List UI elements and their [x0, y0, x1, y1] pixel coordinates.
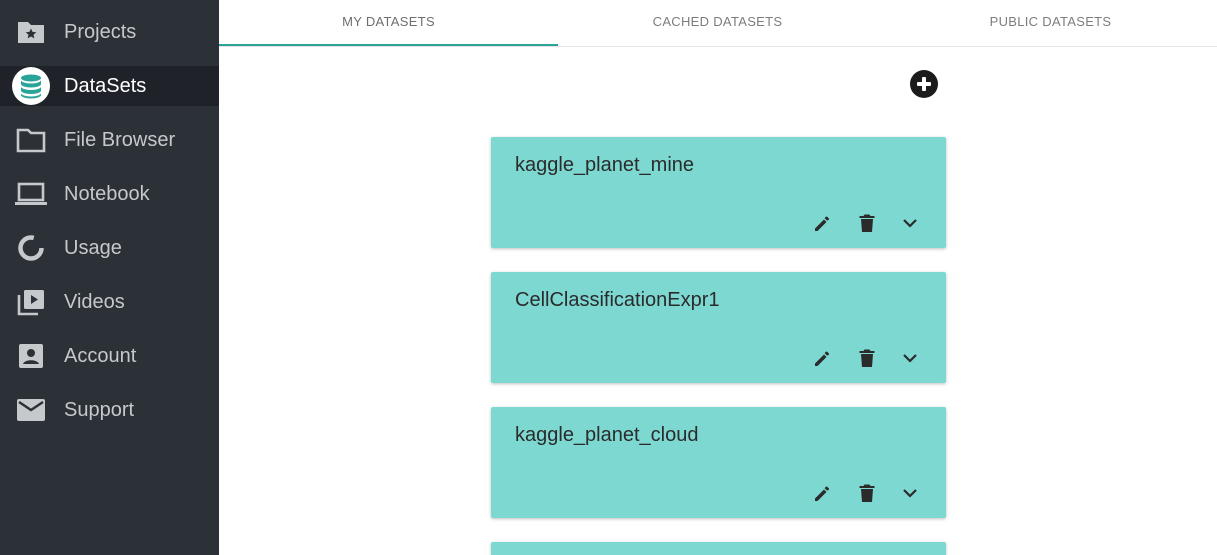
dataset-card: CellClassificationExpr1 — [491, 272, 946, 383]
sidebar-item-usage[interactable]: Usage — [0, 228, 219, 268]
folder-icon — [13, 125, 49, 155]
sidebar-item-label: DataSets — [64, 75, 147, 97]
tab-public-datasets[interactable]: PUBLIC DATASETS — [884, 0, 1217, 44]
sidebar-item-notebook[interactable]: Notebook — [0, 174, 219, 214]
tab-cached-datasets[interactable]: CACHED DATASETS — [551, 0, 884, 44]
donut-chart-icon — [13, 233, 49, 263]
delete-icon[interactable] — [856, 347, 878, 369]
chevron-down-icon[interactable] — [899, 347, 921, 369]
tab-my-datasets[interactable]: MY DATASETS — [219, 0, 558, 46]
sidebar-item-videos[interactable]: Videos — [0, 282, 219, 322]
sidebar-item-label: Videos — [64, 291, 125, 313]
dataset-name: kaggle_planet_cloud — [515, 424, 699, 446]
sidebar-item-datasets[interactable]: DataSets — [0, 66, 219, 106]
laptop-icon — [13, 179, 49, 209]
dataset-card — [491, 542, 946, 555]
edit-icon[interactable] — [812, 482, 834, 504]
sidebar-item-account[interactable]: Account — [0, 336, 219, 376]
account-box-icon — [13, 341, 49, 371]
add-dataset-button[interactable] — [910, 70, 938, 98]
sidebar-item-label: Usage — [64, 237, 122, 259]
sidebar-item-label: Projects — [64, 21, 137, 43]
sidebar-item-support[interactable]: Support — [0, 390, 219, 430]
sidebar-item-label: Notebook — [64, 183, 150, 205]
dataset-tabs: MY DATASETS CACHED DATASETS PUBLIC DATAS… — [219, 0, 1217, 47]
dataset-name: kaggle_planet_mine — [515, 154, 695, 176]
sidebar-item-label: File Browser — [64, 129, 176, 151]
edit-icon[interactable] — [812, 212, 834, 234]
mail-icon — [13, 395, 49, 425]
sidebar: Projects DataSets File Browser Notebook … — [0, 0, 219, 555]
sidebar-item-file-browser[interactable]: File Browser — [0, 120, 219, 160]
delete-icon[interactable] — [856, 212, 878, 234]
folder-star-icon — [13, 17, 49, 47]
chevron-down-icon[interactable] — [899, 212, 921, 234]
dataset-card: kaggle_planet_cloud — [491, 407, 946, 518]
sidebar-item-label: Support — [64, 399, 135, 421]
sidebar-item-projects[interactable]: Projects — [0, 12, 219, 52]
app-root: Projects DataSets File Browser Notebook … — [0, 0, 1217, 555]
dataset-name: CellClassificationExpr1 — [515, 289, 720, 311]
database-icon — [11, 67, 51, 105]
sidebar-item-label: Account — [64, 345, 137, 367]
video-library-icon — [13, 287, 49, 317]
edit-icon[interactable] — [812, 347, 834, 369]
delete-icon[interactable] — [856, 482, 878, 504]
chevron-down-icon[interactable] — [899, 482, 921, 504]
dataset-card: kaggle_planet_mine — [491, 137, 946, 248]
